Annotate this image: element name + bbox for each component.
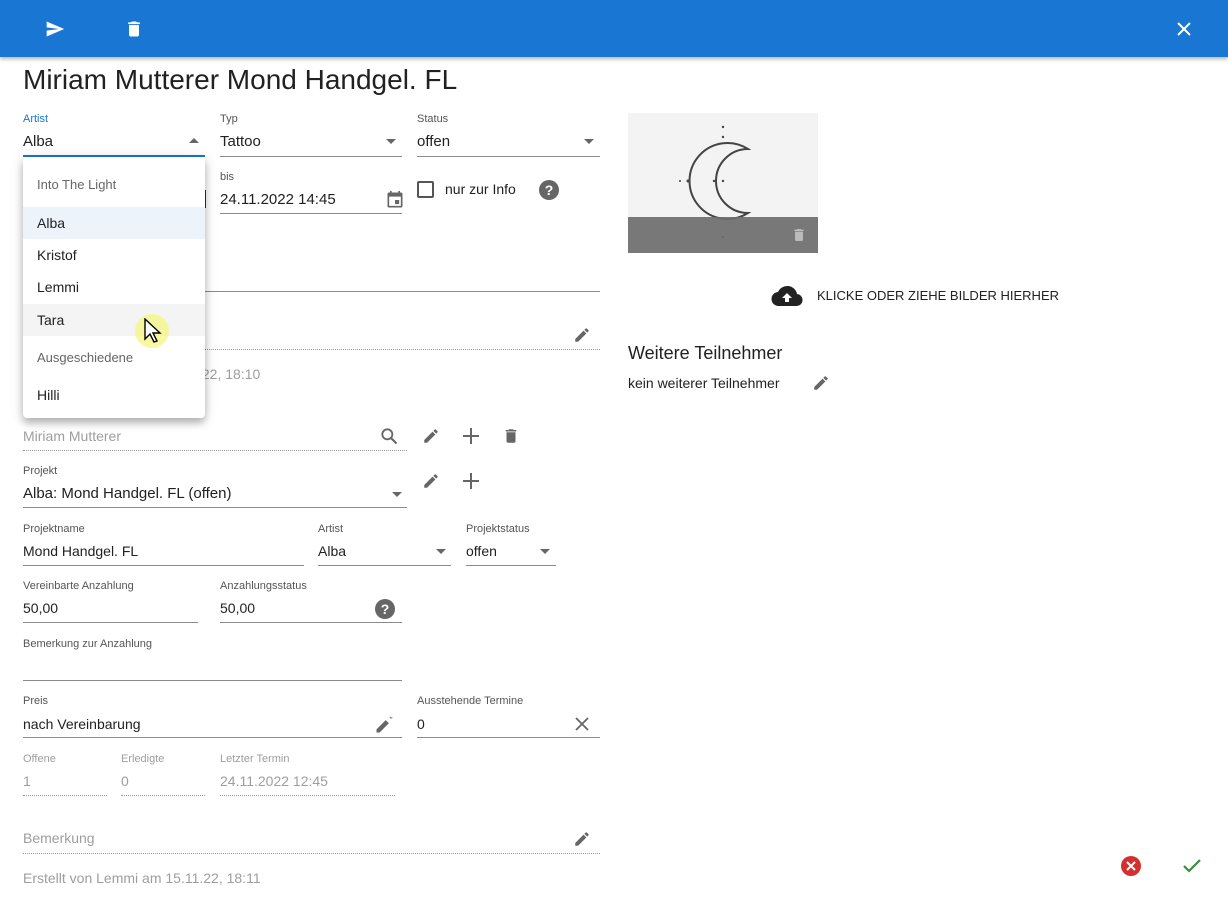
letzter-termin-label: Letzter Termin — [220, 753, 290, 765]
artist-select[interactable]: Alba — [23, 133, 53, 150]
created-info: Erstellt von Lemmi am 15.11.22, 18:11 — [23, 870, 261, 886]
bemerkung-input[interactable]: Bemerkung — [23, 830, 95, 846]
projekt-label: Projekt — [23, 465, 58, 477]
upload-dropzone[interactable]: KLICKE ODER ZIEHE BILDER HIERHER — [817, 288, 1059, 303]
projektstatus-select[interactable]: offen — [466, 543, 497, 559]
divider — [23, 737, 402, 738]
status-select[interactable]: offen — [417, 133, 450, 150]
typ-label: Typ — [220, 113, 238, 125]
cloud-upload-icon[interactable] — [770, 283, 804, 309]
erledigte-value: 0 — [121, 773, 129, 789]
preis-input[interactable]: nach Vereinbarung — [23, 716, 141, 732]
artist-dropdown-menu: Into The Light Alba Kristof Lemmi Tara A… — [23, 157, 205, 418]
chevron-down-icon — [584, 139, 594, 144]
divider — [23, 622, 198, 623]
teilnehmer-value: kein weiterer Teilnehmer — [628, 375, 780, 391]
menu-item-tara[interactable]: Tara — [23, 304, 205, 336]
status-label: Status — [417, 113, 449, 125]
clear-icon[interactable] — [572, 714, 592, 734]
anzahlungsstatus-input[interactable]: 50,00 — [220, 600, 255, 616]
caret-up-icon — [189, 138, 199, 143]
divider — [417, 156, 600, 157]
pencil-icon[interactable] — [420, 425, 442, 447]
magic-wand-icon[interactable] — [373, 714, 395, 736]
divider — [466, 565, 556, 566]
anzahlung-input[interactable]: 50,00 — [23, 600, 58, 616]
mouse-pointer-icon — [144, 318, 162, 343]
ausstehende-input[interactable]: 0 — [417, 716, 425, 732]
nur-info-checkbox[interactable] — [417, 181, 434, 198]
search-icon[interactable] — [378, 425, 400, 447]
cancel-button[interactable] — [1121, 856, 1141, 876]
divider — [23, 795, 107, 796]
pencil-icon[interactable] — [810, 372, 832, 394]
help-icon[interactable]: ? — [375, 599, 395, 619]
divider — [318, 565, 451, 566]
anzahlungsstatus-label: Anzahlungsstatus — [220, 580, 307, 592]
page-title: Miriam Mutterer Mond Handgel. FL — [23, 64, 458, 95]
menu-item-lemmi[interactable]: Lemmi — [23, 271, 205, 303]
calendar-icon[interactable] — [384, 189, 406, 211]
letzter-termin-value: 24.11.2022 12:45 — [220, 773, 328, 789]
menu-item-kristof[interactable]: Kristof — [23, 239, 205, 271]
projekt-select[interactable]: Alba: Mond Handgel. FL (offen) — [23, 485, 231, 502]
plus-icon[interactable] — [460, 425, 482, 447]
dialog-toolbar — [0, 0, 1228, 57]
divider — [220, 622, 402, 623]
plus-icon[interactable] — [460, 470, 482, 492]
ausstehende-label: Ausstehende Termine — [417, 695, 524, 707]
divider — [23, 507, 407, 508]
menu-item-hilli[interactable]: Hilli — [23, 379, 205, 411]
projektname-label: Projektname — [23, 523, 85, 535]
delete-icon[interactable] — [790, 225, 808, 245]
divider — [23, 853, 600, 854]
divider — [220, 156, 402, 157]
offene-label: Offene — [23, 753, 56, 765]
teilnehmer-heading: Weitere Teilnehmer — [628, 343, 783, 363]
divider — [121, 795, 205, 796]
offene-value: 1 — [23, 773, 31, 789]
nur-info-label: nur zur Info — [445, 181, 516, 197]
menu-item-alba[interactable]: Alba — [23, 207, 205, 239]
divider — [417, 737, 600, 738]
projektstatus-label: Projektstatus — [466, 523, 530, 535]
bemerkung-anzahlung-input[interactable] — [23, 680, 402, 681]
menu-group-into-the-light: Into The Light — [37, 177, 117, 192]
confirm-button[interactable] — [1181, 855, 1203, 877]
delete-icon[interactable] — [500, 425, 522, 447]
chevron-down-icon — [386, 139, 396, 144]
edited-info: .22, 18:10 — [198, 366, 261, 382]
delete-icon[interactable] — [122, 16, 146, 42]
pencil-icon[interactable] — [571, 828, 593, 850]
pencil-icon[interactable] — [571, 324, 593, 346]
erledigte-label: Erledigte — [121, 753, 165, 765]
projekt-artist-select[interactable]: Alba — [318, 543, 346, 559]
bemerkung-anzahlung-label: Bemerkung zur Anzahlung — [23, 638, 153, 650]
artist-label: Artist — [23, 113, 49, 125]
bis-label: bis — [220, 171, 235, 183]
close-icon[interactable] — [1172, 16, 1196, 42]
chevron-down-icon — [540, 549, 550, 554]
anzahlung-label: Vereinbarte Anzahlung — [23, 580, 134, 592]
pencil-icon[interactable] — [420, 470, 442, 492]
divider — [23, 565, 304, 566]
send-icon[interactable] — [42, 16, 68, 42]
menu-group-ausgeschiedene: Ausgeschiedene — [37, 350, 134, 365]
bis-input[interactable]: 24.11.2022 14:45 — [220, 191, 336, 208]
divider — [220, 213, 402, 214]
chevron-down-icon — [392, 492, 402, 497]
divider — [220, 795, 395, 796]
projekt-artist-label: Artist — [318, 523, 344, 535]
help-icon[interactable]: ? — [539, 180, 559, 200]
preis-label: Preis — [23, 695, 49, 707]
chevron-down-icon — [436, 549, 446, 554]
projektname-input[interactable]: Mond Handgel. FL — [23, 543, 138, 559]
customer-input[interactable]: Miriam Mutterer — [23, 428, 121, 444]
divider — [23, 450, 407, 451]
tattoo-image-thumbnail[interactable] — [628, 113, 818, 253]
typ-select[interactable]: Tattoo — [220, 133, 261, 150]
